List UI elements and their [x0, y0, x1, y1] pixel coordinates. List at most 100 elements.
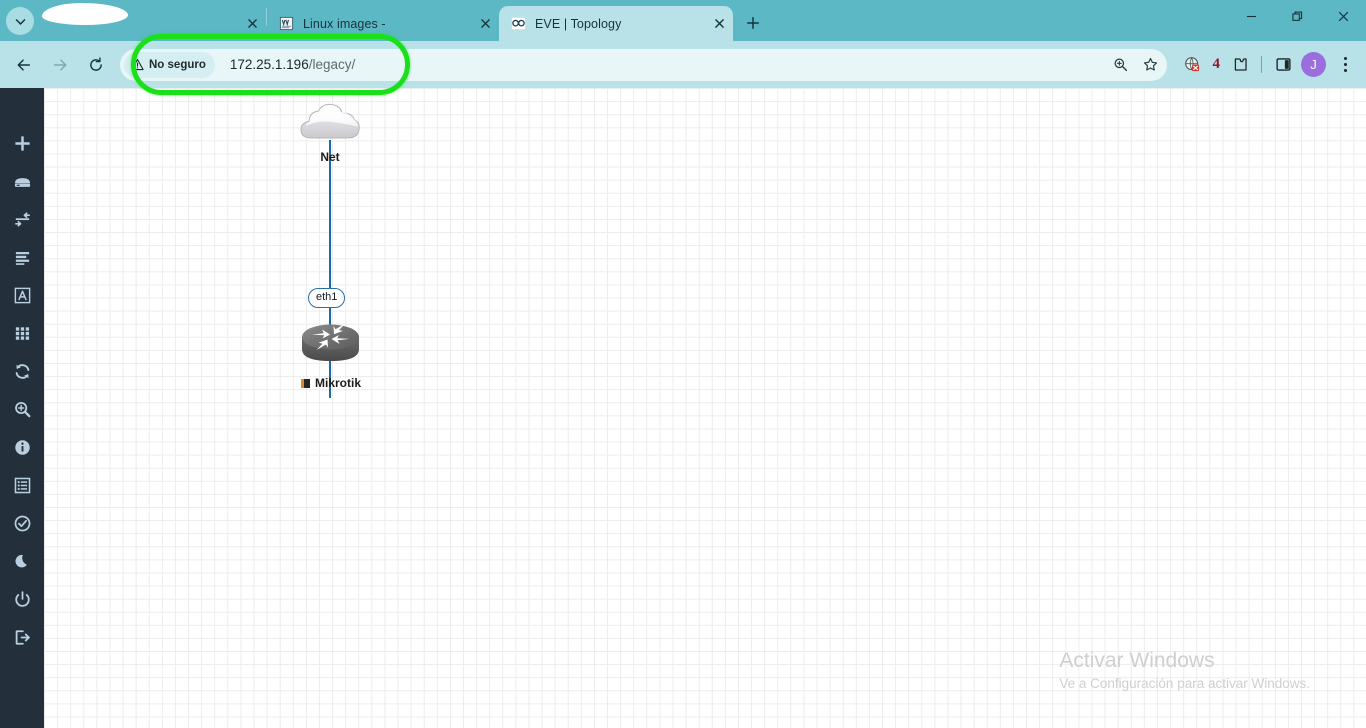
- sidebar-item-dark-mode[interactable]: [0, 542, 44, 580]
- puzzle-piece-icon: [1234, 58, 1247, 71]
- back-button[interactable]: [9, 50, 39, 80]
- tab-close-button-1[interactable]: [473, 12, 497, 36]
- sidebar-item-status[interactable]: [0, 428, 44, 466]
- globe-blocked-icon: [1185, 57, 1199, 72]
- minimize-button[interactable]: [1228, 0, 1274, 33]
- tab-item-1[interactable]: Linux images -: [267, 6, 499, 41]
- tab-search-button[interactable]: [6, 7, 34, 35]
- close-icon: [480, 19, 490, 28]
- restore-icon: [1291, 11, 1302, 21]
- interface-label-eth1[interactable]: eth1: [308, 288, 346, 308]
- extension-badge-count[interactable]: 4: [1207, 56, 1227, 73]
- side-panel-icon: [1275, 58, 1291, 71]
- address-bar[interactable]: No seguro 172.25.1.196/legacy/: [120, 48, 1167, 81]
- router-icon: [302, 323, 359, 361]
- power-icon: [14, 590, 30, 607]
- topology-node-mikrotik[interactable]: Mikrotik: [300, 320, 362, 390]
- server-icon: [14, 177, 30, 187]
- warning-triangle-icon: [131, 58, 144, 71]
- minimize-icon: [1246, 15, 1256, 18]
- tab-title-2: EVE | Topology: [535, 16, 622, 31]
- toolbar-separator: [1261, 56, 1262, 73]
- eve-sidebar: [0, 88, 44, 728]
- url-host: 172.25.1.196: [229, 57, 309, 72]
- list-table-icon: [14, 477, 30, 493]
- plus-icon: [14, 135, 30, 151]
- sidebar-item-startup-configs[interactable]: [0, 238, 44, 276]
- chrome-menu-button[interactable]: [1332, 50, 1358, 80]
- sidebar-item-logs[interactable]: [0, 466, 44, 504]
- network-arrows-icon: [14, 211, 30, 227]
- blocked-extension-icon-button[interactable]: [1179, 50, 1207, 80]
- tab-close-button-2[interactable]: [707, 12, 731, 36]
- chevron-down-icon: [15, 18, 25, 25]
- extensions-area: 4 J: [1179, 50, 1359, 80]
- watermark-subtitle: Ve a Configuración para activar Windows.: [1059, 676, 1310, 691]
- sidebar-item-running-nodes[interactable]: [0, 504, 44, 542]
- node-name-text: Mikrotik: [314, 376, 361, 390]
- windows-activation-watermark: Activar Windows Ve a Configuración para …: [1059, 647, 1310, 694]
- watermark-title: Activar Windows: [1059, 649, 1215, 672]
- star-icon: [1143, 57, 1158, 71]
- tab-strip: Linux images - EVE | Topology: [0, 0, 1366, 41]
- grid-icon: [15, 326, 29, 340]
- tab-item-2[interactable]: EVE | Topology: [499, 6, 733, 41]
- bookmark-button[interactable]: [1137, 51, 1165, 79]
- sidebar-item-logout[interactable]: [0, 618, 44, 656]
- document-favicon: [278, 16, 294, 32]
- maximize-button[interactable]: [1274, 0, 1320, 33]
- close-icon: [1338, 11, 1348, 22]
- sidebar-item-more-options[interactable]: [0, 314, 44, 352]
- extensions-button[interactable]: [1226, 50, 1254, 80]
- reload-icon: [90, 56, 102, 71]
- topology-node-label-mikrotik: Mikrotik: [300, 376, 362, 390]
- eve-ng-app: Net eth1 Mikrotik Activar Windows Ve a C…: [0, 88, 1366, 728]
- magnifier-plus-icon: [14, 401, 30, 417]
- new-tab-button[interactable]: [739, 9, 767, 37]
- letter-a-icon: [14, 287, 30, 303]
- sidebar-item-text-objects[interactable]: [0, 276, 44, 314]
- redacted-tab-title-overlay: [42, 3, 128, 25]
- layers-icon: [15, 251, 29, 265]
- moon-icon: [14, 554, 27, 567]
- sidebar-item-zoom-fit[interactable]: [0, 390, 44, 428]
- browser-toolbar: No seguro 172.25.1.196/legacy/ 4 J: [0, 41, 1366, 88]
- security-status-text: No seguro: [149, 58, 206, 71]
- url-input[interactable]: 172.25.1.196/legacy/: [230, 57, 1107, 72]
- topology-canvas[interactable]: Net eth1 Mikrotik Activar Windows Ve a C…: [44, 88, 1366, 728]
- kebab-dot: [1343, 63, 1347, 66]
- check-circle-icon: [14, 515, 30, 531]
- info-icon: [14, 439, 30, 455]
- logout-icon: [15, 629, 30, 645]
- zoom-indicator-button[interactable]: [1107, 51, 1135, 79]
- kebab-dot: [1343, 69, 1347, 72]
- side-panel-button[interactable]: [1269, 50, 1297, 80]
- arrow-right-icon: [53, 58, 67, 71]
- url-path: /legacy/: [308, 57, 356, 72]
- close-window-button[interactable]: [1320, 0, 1366, 33]
- refresh-icon: [15, 363, 29, 379]
- sidebar-item-nodes[interactable]: [0, 162, 44, 200]
- sidebar-item-lock-lab[interactable]: [0, 580, 44, 618]
- reload-button[interactable]: [81, 50, 111, 80]
- browser-window: Linux images - EVE | Topology No seguro …: [0, 0, 1366, 728]
- omnibox-actions: [1107, 51, 1167, 79]
- sidebar-item-add-object[interactable]: [0, 124, 44, 162]
- tab-title-1: Linux images -: [303, 16, 386, 31]
- tab-close-button-0[interactable]: [240, 12, 264, 36]
- eve-ng-favicon: [510, 16, 526, 32]
- close-icon: [247, 19, 257, 28]
- topology-node-label-net: Net: [320, 150, 340, 164]
- sidebar-item-refresh-topology[interactable]: [0, 352, 44, 390]
- profile-avatar[interactable]: J: [1301, 52, 1326, 77]
- close-icon: [714, 19, 724, 28]
- cloud-icon: [300, 103, 360, 139]
- sidebar-item-networks[interactable]: [0, 200, 44, 238]
- magnifier-plus-icon: [1114, 58, 1128, 72]
- plus-icon: [747, 17, 759, 29]
- topology-node-net[interactable]: Net: [296, 100, 364, 164]
- forward-button[interactable]: [45, 50, 75, 80]
- arrow-left-icon: [17, 58, 31, 71]
- kebab-dot: [1343, 57, 1347, 60]
- security-status-chip[interactable]: No seguro: [124, 51, 215, 78]
